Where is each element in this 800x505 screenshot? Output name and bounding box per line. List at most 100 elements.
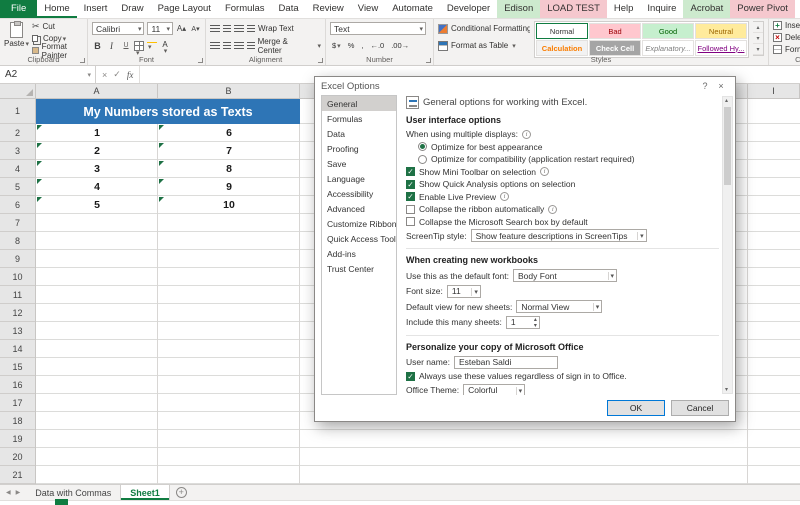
tab-draw[interactable]: Draw (114, 0, 150, 18)
font-dialog-launcher-icon[interactable] (198, 58, 203, 63)
accounting-format-icon[interactable]: $ (330, 40, 343, 52)
tab-review[interactable]: Review (306, 0, 351, 18)
nav-proofing[interactable]: Proofing (322, 141, 396, 156)
gallery-down-icon[interactable]: ▾ (753, 33, 763, 44)
row-header[interactable]: 3 (0, 142, 35, 160)
dialog-help-icon[interactable]: ? (697, 81, 713, 91)
tab-load-test[interactable]: LOAD TEST (540, 0, 607, 18)
insert-function-icon[interactable]: fx (127, 70, 134, 80)
row-header[interactable]: 7 (0, 214, 35, 232)
nav-general[interactable]: General (322, 96, 396, 111)
fill-color-icon[interactable] (147, 41, 157, 51)
italic-button[interactable] (106, 40, 117, 52)
cell-b2[interactable]: 6 (158, 124, 300, 142)
format-cells-button[interactable]: Format (773, 44, 800, 54)
align-bottom-icon[interactable] (234, 24, 244, 33)
row-header[interactable]: 15 (0, 358, 35, 376)
checkbox-collapse-search[interactable] (406, 217, 415, 226)
name-box[interactable]: A2 (0, 66, 96, 83)
ok-button[interactable]: OK (607, 400, 665, 416)
new-sheet-icon[interactable]: + (175, 487, 187, 498)
cell-style-bad[interactable]: Bad (589, 23, 641, 39)
checkbox-live-preview[interactable] (406, 192, 415, 201)
nav-save[interactable]: Save (322, 156, 396, 171)
nav-advanced[interactable]: Advanced (322, 201, 396, 216)
cell-b4[interactable]: 8 (158, 160, 300, 178)
row-header[interactable]: 9 (0, 250, 35, 268)
row-header[interactable]: 2 (0, 124, 35, 142)
office-theme-select[interactable]: Colorful (463, 383, 526, 395)
cell-a6[interactable]: 5 (36, 196, 158, 214)
default-view-select[interactable]: Normal View (516, 300, 603, 313)
row-header[interactable]: 11 (0, 286, 35, 304)
cell-a5[interactable]: 4 (36, 178, 158, 196)
row-header[interactable]: 18 (0, 412, 35, 430)
number-dialog-launcher-icon[interactable] (426, 58, 431, 63)
tab-developer[interactable]: Developer (440, 0, 497, 18)
sheets-count-spinner[interactable]: 1 (505, 315, 540, 329)
checkbox-collapse-ribbon[interactable] (406, 204, 415, 214)
cell-style-good[interactable]: Good (642, 23, 694, 39)
font-color-icon[interactable] (160, 41, 170, 51)
radio-best-appearance[interactable] (418, 142, 427, 151)
tab-view[interactable]: View (351, 0, 385, 18)
comma-style-icon[interactable]: , (359, 40, 365, 52)
row-header[interactable]: 21 (0, 466, 35, 484)
sheet-tab-data-with-commas[interactable]: Data with Commas (26, 485, 122, 500)
paste-button[interactable]: Paste (4, 21, 29, 54)
format-as-table-button[interactable]: Format as Table (438, 38, 530, 53)
shrink-font-icon[interactable] (190, 23, 201, 35)
nav-formulas[interactable]: Formulas (322, 111, 396, 126)
nav-add-ins[interactable]: Add-ins (322, 246, 396, 261)
cell-b3[interactable]: 7 (158, 142, 300, 160)
cell-b6[interactable]: 10 (158, 196, 300, 214)
delete-cells-button[interactable]: Delete (773, 33, 800, 43)
grow-font-icon[interactable] (176, 23, 187, 35)
tab-power-pivot[interactable]: Power Pivot (730, 0, 795, 18)
tab-edison[interactable]: Edison (497, 0, 541, 18)
cell-style-followed-hyperlink[interactable]: Followed Hy... (695, 40, 747, 56)
default-font-select[interactable]: Body Font (513, 269, 618, 282)
row-header[interactable]: 20 (0, 448, 35, 466)
underline-button[interactable] (120, 40, 131, 52)
cut-button[interactable]: Cut (32, 21, 83, 32)
align-left-icon[interactable] (210, 41, 220, 50)
conditional-formatting-button[interactable]: Conditional Formatting (438, 21, 530, 36)
row-header[interactable]: 4 (0, 160, 35, 178)
cell-style-neutral[interactable]: Neutral (695, 23, 747, 39)
nav-quick-access-toolbar[interactable]: Quick Access Toolbar (322, 231, 396, 246)
font-size-option-select[interactable]: 11 (446, 284, 481, 298)
tab-team[interactable]: TEAM (795, 0, 800, 18)
align-top-icon[interactable] (210, 24, 220, 33)
dialog-scrollbar[interactable] (722, 96, 733, 394)
checkbox-always-use-values[interactable] (406, 371, 415, 381)
sheet-nav-right-icon[interactable]: ▶ (16, 489, 21, 496)
alignment-dialog-launcher-icon[interactable] (318, 58, 323, 63)
cell-style-explanatory[interactable]: Explanatory... (642, 40, 694, 56)
align-middle-icon[interactable] (223, 24, 231, 33)
row-header[interactable]: 1 (0, 99, 35, 124)
cell-style-check-cell[interactable]: Check Cell (589, 40, 641, 56)
tab-page-layout[interactable]: Page Layout (151, 0, 218, 18)
font-size-select[interactable]: 11 (147, 22, 173, 35)
sheet-tab-sheet1[interactable]: Sheet1 (121, 485, 170, 500)
cell-a2[interactable]: 1 (36, 124, 158, 142)
bold-button[interactable] (92, 40, 103, 52)
tab-acrobat[interactable]: Acrobat (683, 0, 731, 18)
percent-style-icon[interactable]: % (346, 40, 357, 52)
tab-insert[interactable]: Insert (77, 0, 115, 18)
cell-style-normal[interactable]: Normal (536, 23, 588, 39)
align-center-icon[interactable] (222, 41, 231, 50)
radio-compatibility[interactable] (418, 154, 427, 164)
row-header[interactable]: 17 (0, 394, 35, 412)
tab-home[interactable]: Home (37, 0, 76, 18)
nav-accessibility[interactable]: Accessibility (322, 186, 396, 201)
nav-customize-ribbon[interactable]: Customize Ribbon (322, 216, 396, 231)
row-header[interactable]: 13 (0, 322, 35, 340)
scrollbar-thumb[interactable] (724, 107, 731, 185)
column-header-b[interactable]: B (158, 84, 300, 98)
cell-title-a1[interactable]: My Numbers stored as Texts (36, 99, 300, 124)
clipboard-dialog-launcher-icon[interactable] (80, 58, 85, 63)
grid-row[interactable] (36, 466, 800, 484)
nav-data[interactable]: Data (322, 126, 396, 141)
